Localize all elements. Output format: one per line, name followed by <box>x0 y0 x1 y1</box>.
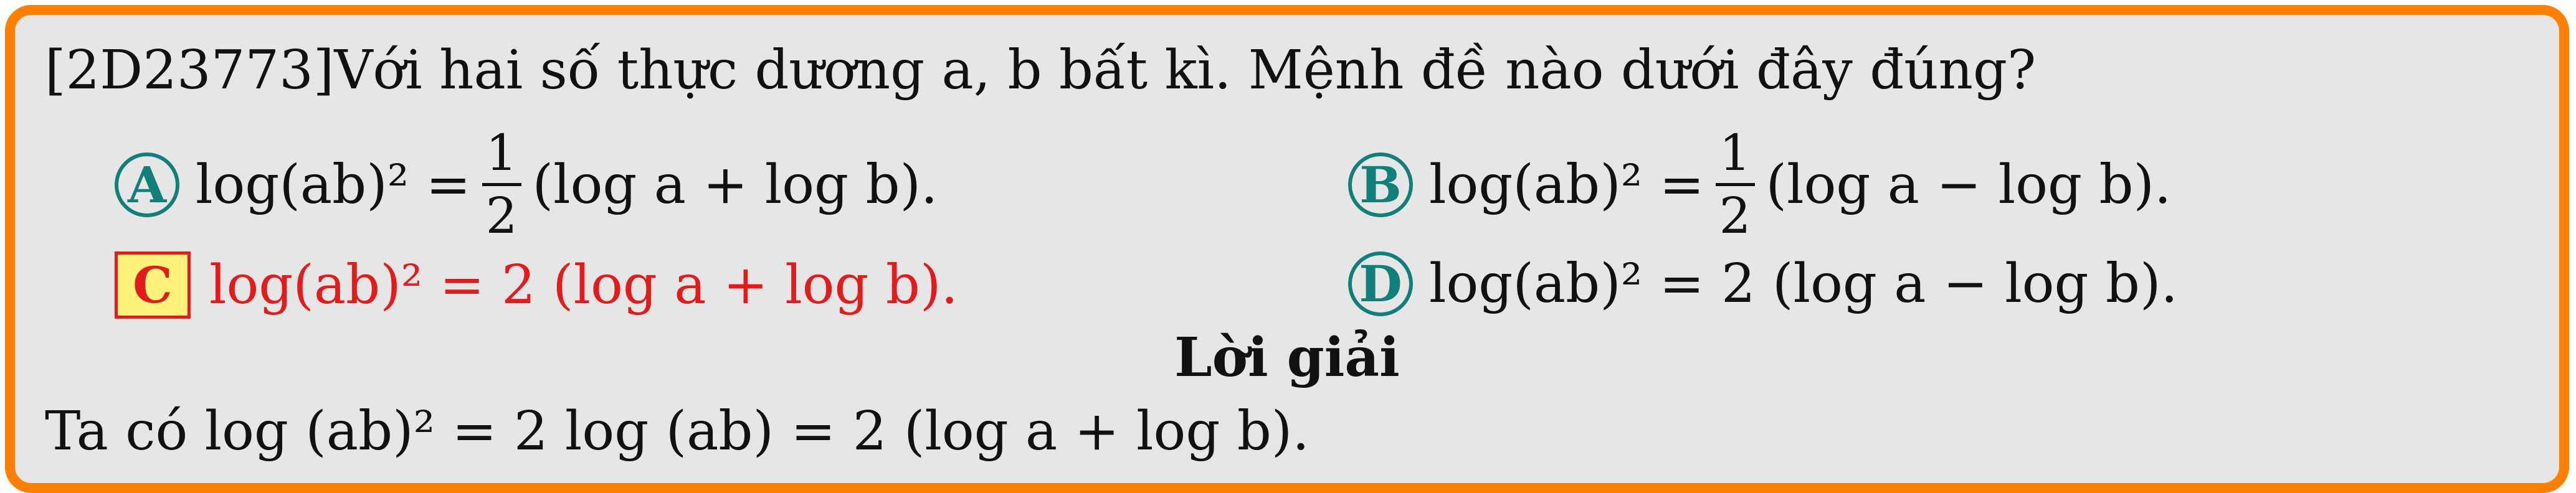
option-a-fraction-denominator: 2 <box>485 187 518 245</box>
option-c[interactable]: C log(ab)² = 2 (log a + log b). <box>115 251 958 319</box>
option-a-rhs: (log a + log b). <box>532 153 938 216</box>
option-d-badge: D <box>1348 251 1413 316</box>
option-d[interactable]: D log(ab)² = 2 (log a − log b). <box>1348 251 2178 316</box>
option-b-rhs: (log a − log b). <box>1766 153 2172 216</box>
option-b-fraction-denominator: 2 <box>1719 187 1751 245</box>
solution-title: Lời giải <box>1174 326 1400 389</box>
question-card: [2D23773]Với hai số thực dương a, b bất … <box>5 5 2569 493</box>
option-b-badge: B <box>1348 152 1413 217</box>
question-text: [2D23773]Với hai số thực dương a, b bất … <box>45 39 2037 101</box>
fraction-bar <box>482 183 521 186</box>
solution-text: Ta có log (ab)² = 2 log (ab) = 2 (log a … <box>45 400 1309 462</box>
option-b-fraction: 1 2 <box>1715 124 1755 245</box>
option-a-badge: A <box>115 152 179 217</box>
option-a-lhs: log(ab)² = <box>196 153 471 216</box>
option-a-fraction-numerator: 1 <box>485 124 518 182</box>
fraction-bar <box>1715 183 1755 186</box>
option-b-fraction-numerator: 1 <box>1719 124 1751 182</box>
option-c-formula: log(ab)² = 2 (log a + log b). <box>209 254 958 316</box>
option-a-fraction: 1 2 <box>482 127 521 242</box>
option-c-badge: C <box>115 251 191 319</box>
option-a[interactable]: A log(ab)² = 1 2 (log a + log b). <box>115 127 938 242</box>
option-d-formula: log(ab)² = 2 (log a − log b). <box>1429 253 2178 315</box>
option-b-lhs: log(ab)² = <box>1429 153 1704 216</box>
option-b[interactable]: B log(ab)² = 1 2 (log a − log b). <box>1348 127 2171 242</box>
